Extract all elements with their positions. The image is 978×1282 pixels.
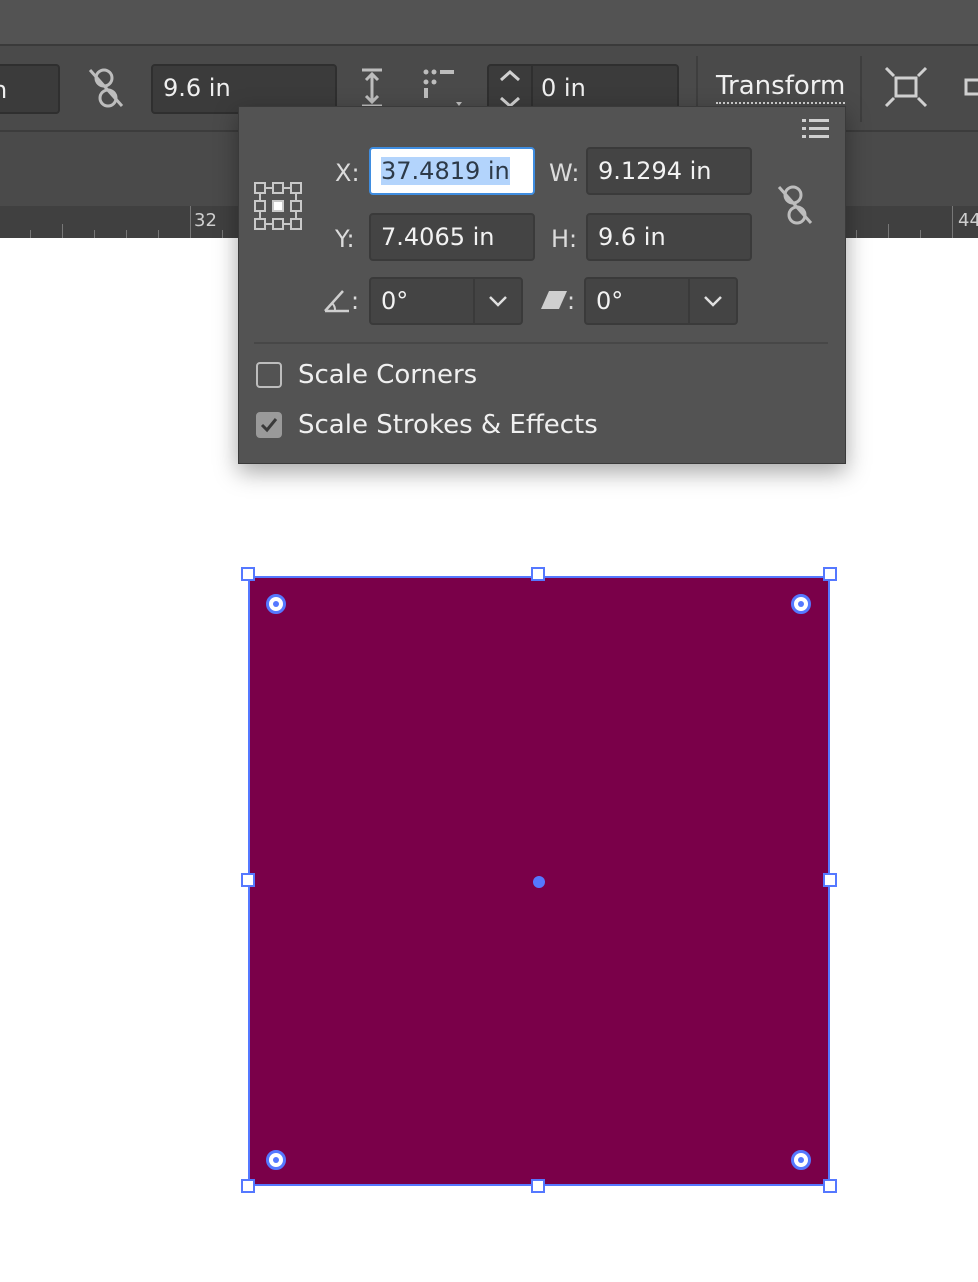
resize-handle-top[interactable] (531, 567, 545, 581)
resize-handle-bottom[interactable] (531, 1179, 545, 1193)
width-field[interactable]: 9.1294 in (586, 147, 752, 195)
fit-frame-icon[interactable] (884, 66, 928, 108)
x-label: X: (335, 159, 360, 187)
resize-handle-left[interactable] (241, 873, 255, 887)
scale-strokes-checkbox[interactable] (256, 412, 282, 438)
live-corner-widget[interactable] (791, 1150, 811, 1170)
chevron-down-icon[interactable] (473, 279, 521, 323)
shear-angle-field[interactable]: 0° (584, 277, 738, 325)
divider (860, 56, 862, 122)
rotation-colon: : (351, 287, 360, 315)
ruler-label: 32 (194, 210, 217, 231)
width-field-partial[interactable]: n (0, 64, 60, 114)
resize-handle-right[interactable] (823, 873, 837, 887)
chevron-down-icon[interactable] (688, 279, 736, 323)
h-label: H: (551, 225, 578, 253)
panel-menu-icon[interactable] (801, 117, 831, 141)
y-label: Y: (335, 225, 355, 253)
constrain-proportions-icon[interactable] (775, 183, 815, 227)
y-position-field[interactable]: 7.4065 in (369, 213, 535, 261)
live-corner-widget[interactable] (791, 594, 811, 614)
checkmark-icon (260, 418, 278, 433)
rotation-angle-field[interactable]: 0° (369, 277, 523, 325)
app-top-strip (0, 0, 978, 44)
reference-point-icon[interactable] (253, 181, 303, 231)
scale-corners-label: Scale Corners (298, 360, 478, 390)
divider (254, 342, 828, 344)
vertical-size-icon (360, 68, 384, 108)
center-point[interactable] (533, 876, 545, 888)
w-label: W: (549, 159, 580, 187)
shear-colon: : (567, 287, 576, 315)
resize-handle-top-right[interactable] (823, 567, 837, 581)
scale-strokes-label: Scale Strokes & Effects (298, 410, 598, 440)
scale-corners-checkbox[interactable] (256, 362, 282, 388)
resize-handle-top-left[interactable] (241, 567, 255, 581)
height-field[interactable]: 9.6 in (586, 213, 752, 261)
ruler-label: 44 (958, 210, 978, 231)
resize-handle-bottom-right[interactable] (823, 1179, 837, 1193)
distribute-icon[interactable] (420, 68, 464, 108)
shear-angle-icon (541, 289, 569, 311)
x-position-field[interactable]: 37.4819 in (369, 147, 535, 195)
transform-panel-link[interactable]: Transform (716, 70, 846, 104)
rotation-angle-icon (323, 287, 351, 313)
constrain-proportions-icon[interactable] (86, 66, 126, 110)
resize-handle-bottom-left[interactable] (241, 1179, 255, 1193)
frame-icon[interactable] (962, 76, 978, 98)
live-corner-widget[interactable] (266, 594, 286, 614)
live-corner-widget[interactable] (266, 1150, 286, 1170)
